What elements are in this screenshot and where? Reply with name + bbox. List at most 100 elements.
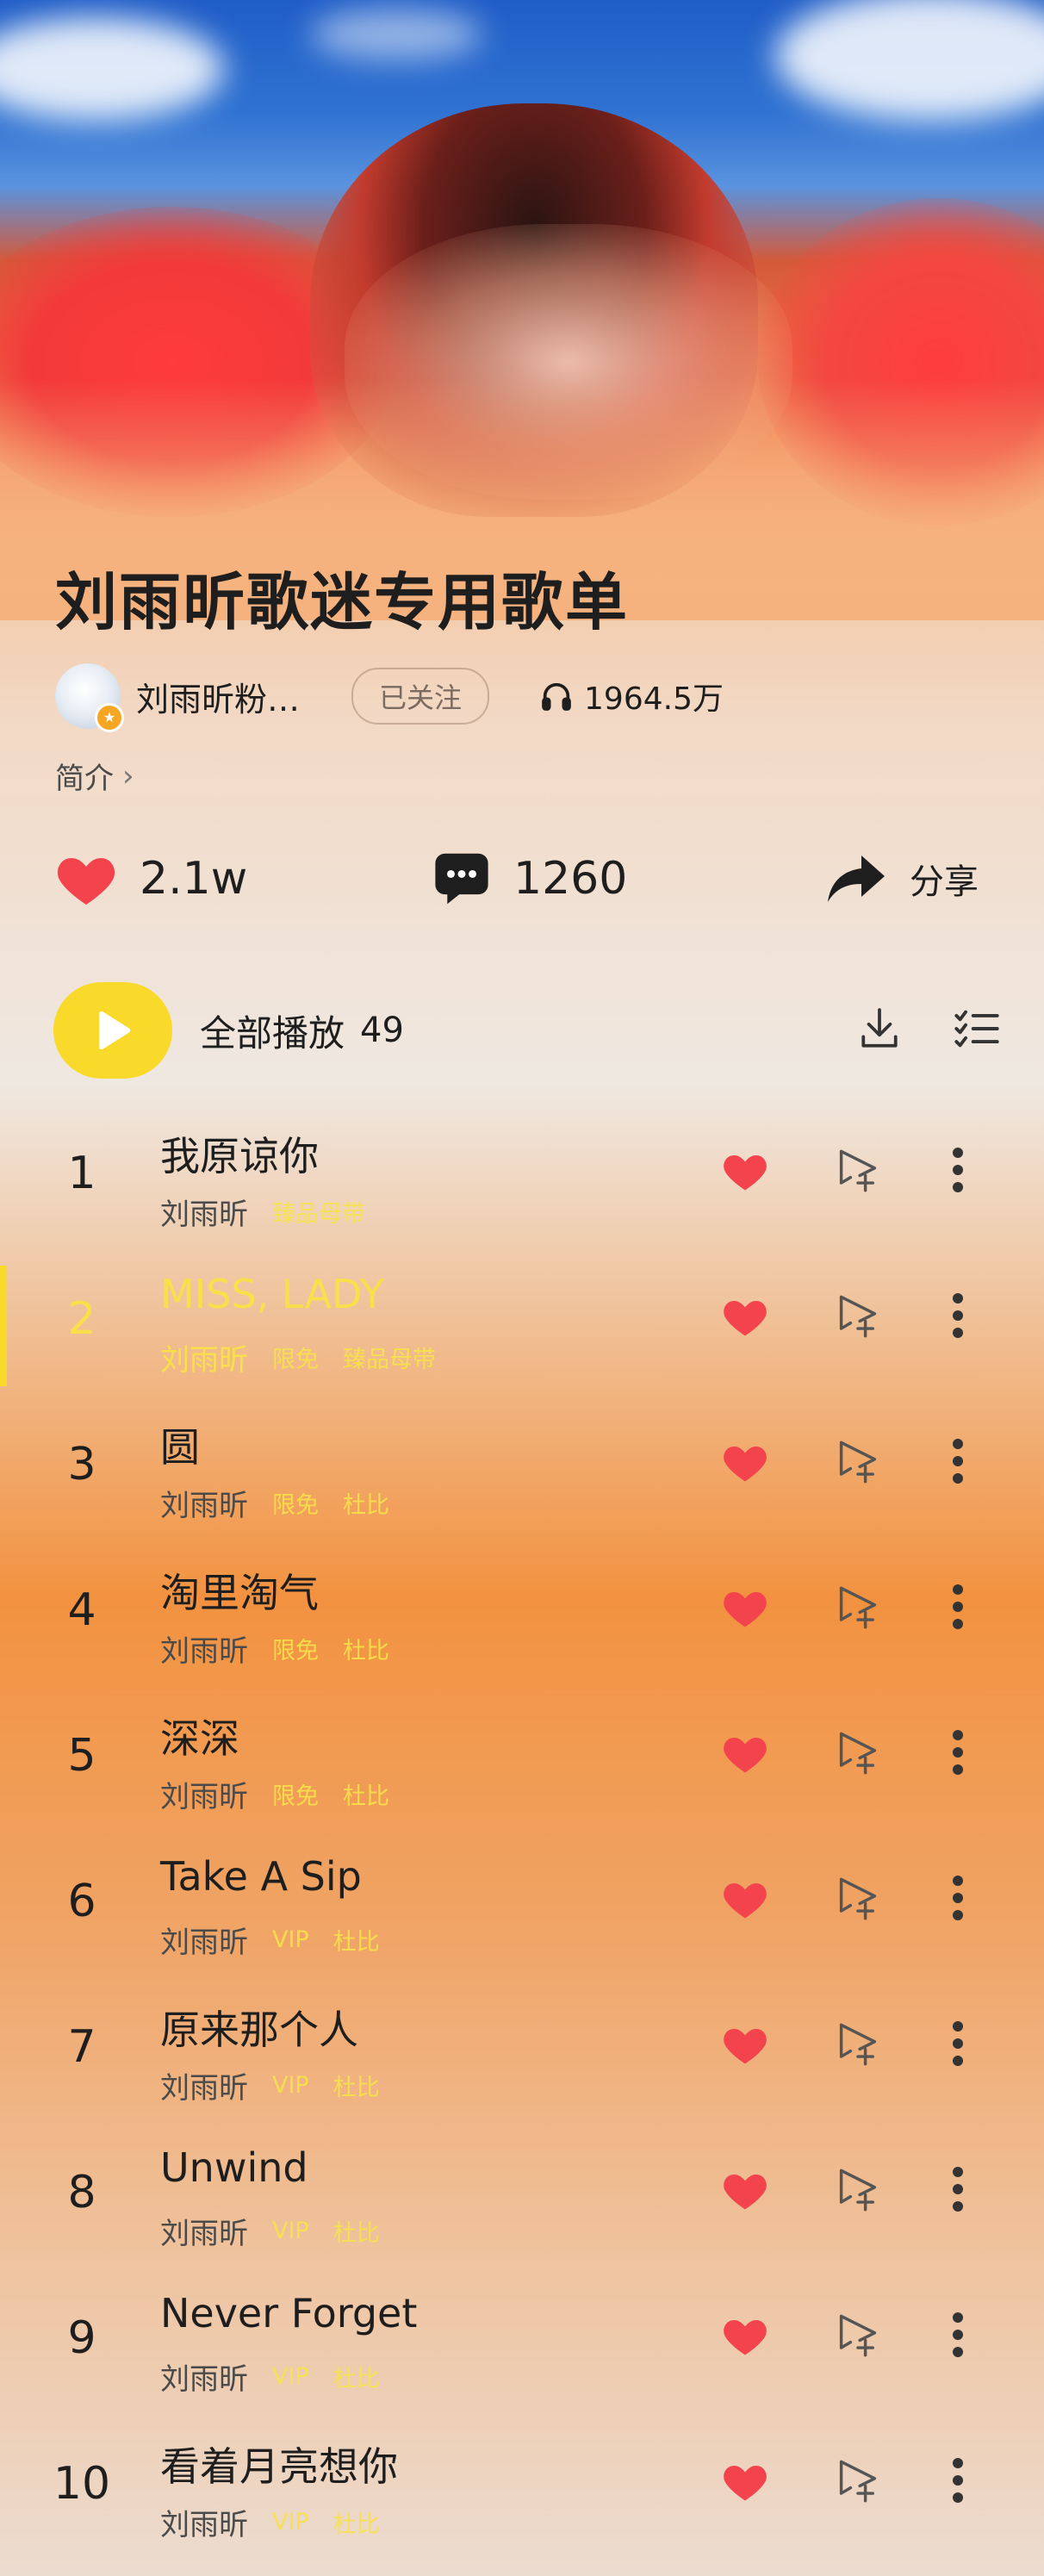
intro-label: 简介 [55, 762, 114, 796]
cloud [310, 9, 482, 60]
playlist-title: 刘雨昕歌迷专用歌单 [55, 566, 630, 638]
song-tag: 限免 [272, 1783, 319, 1810]
song-number: 7 [67, 2021, 96, 2073]
song-meta: 刘雨昕 VIP 杜比 [160, 2355, 380, 2398]
song-tag: 杜比 [332, 2220, 380, 2247]
song-tag: 杜比 [332, 1929, 380, 1956]
add-to-playlist-icon[interactable] [836, 1291, 880, 1340]
song-row[interactable]: 9 Never Forget 刘雨昕 VIP 杜比 [0, 2276, 1044, 2423]
add-to-playlist-icon[interactable] [836, 2311, 880, 2359]
play-all-button[interactable] [53, 982, 172, 1079]
heart-icon [57, 858, 115, 905]
heart-icon[interactable] [722, 2168, 768, 2212]
song-title: 原来那个人 [160, 2007, 358, 2053]
song-artist: 刘雨昕 [160, 1489, 248, 1523]
more-vertical-icon[interactable] [948, 1290, 968, 1341]
song-row[interactable]: 6 Take A Sip 刘雨昕 VIP 杜比 [0, 1839, 1044, 1986]
author-name[interactable]: 刘雨昕粉… [136, 673, 334, 720]
song-artist: 刘雨昕 [160, 1198, 248, 1232]
song-meta: 刘雨昕 限免 杜比 [160, 1773, 389, 1815]
more-vertical-icon[interactable] [948, 1727, 968, 1778]
song-artist: 刘雨昕 [160, 2217, 248, 2251]
song-row[interactable]: 7 原来那个人 刘雨昕 VIP 杜比 [0, 1985, 1044, 2131]
add-to-playlist-icon[interactable] [836, 1437, 880, 1485]
download-icon[interactable] [858, 1006, 901, 1051]
list-tools [858, 1006, 1001, 1051]
heart-icon[interactable] [722, 1732, 768, 1775]
heart-icon[interactable] [722, 2460, 768, 2503]
more-vertical-icon[interactable] [948, 2163, 968, 2215]
headphones-icon [542, 682, 571, 711]
heart-icon[interactable] [722, 1440, 768, 1484]
song-row[interactable]: 4 淘里淘气 刘雨昕 限免 杜比 [0, 1548, 1044, 1695]
song-meta: 刘雨昕 限免 臻品母带 [160, 1336, 436, 1378]
song-title: 圆 [160, 1424, 200, 1471]
song-number: 5 [67, 1730, 96, 1782]
song-artist: 刘雨昕 [160, 2508, 248, 2542]
song-title: MISS, LADY [160, 1271, 385, 1317]
heart-icon[interactable] [722, 1149, 768, 1192]
song-tag: 臻品母带 [272, 1201, 365, 1228]
song-number: 9 [67, 2312, 96, 2364]
add-to-playlist-icon[interactable] [836, 1583, 880, 1631]
intro-link[interactable]: 简介 › [55, 755, 134, 797]
song-meta: 刘雨昕 VIP 杜比 [160, 2210, 380, 2252]
comment-button[interactable]: 1260 [432, 844, 627, 913]
song-tag: VIP [272, 1926, 309, 1953]
more-vertical-icon[interactable] [948, 1581, 968, 1633]
share-button[interactable]: 分享 [825, 844, 979, 913]
play-all-label[interactable]: 全部播放 [200, 1005, 345, 1057]
song-tag: VIP [272, 2218, 309, 2244]
song-title: 淘里淘气 [160, 1570, 319, 1616]
heart-icon[interactable] [722, 1295, 768, 1338]
song-meta: 刘雨昕 限免 杜比 [160, 1627, 389, 1670]
cloud [0, 17, 224, 121]
song-row[interactable]: 1 我原谅你 刘雨昕 臻品母带 [0, 1111, 1044, 1258]
song-row[interactable]: 2 MISS, LADY 刘雨昕 限免 臻品母带 [0, 1257, 1044, 1403]
song-artist: 刘雨昕 [160, 2071, 248, 2106]
add-to-playlist-icon[interactable] [836, 2456, 880, 2504]
add-to-playlist-icon[interactable] [836, 1874, 880, 1922]
song-artist: 刘雨昕 [160, 2362, 248, 2397]
song-number: 4 [67, 1584, 96, 1636]
like-button[interactable]: 2.1w [55, 844, 247, 913]
heart-icon[interactable] [722, 2314, 768, 2357]
share-label: 分享 [910, 862, 979, 902]
avatar[interactable]: ★ [55, 663, 124, 732]
song-tag: 杜比 [343, 1492, 389, 1519]
song-artist: 刘雨昕 [160, 1780, 248, 1814]
more-vertical-icon[interactable] [948, 1144, 968, 1196]
more-vertical-icon[interactable] [948, 2455, 968, 2506]
song-meta: 刘雨昕 VIP 杜比 [160, 2501, 380, 2543]
play-count: 1964.5万 [539, 674, 724, 719]
song-row[interactable]: 5 深深 刘雨昕 限免 杜比 [0, 1694, 1044, 1840]
more-vertical-icon[interactable] [948, 2018, 968, 2069]
checklist-icon[interactable] [953, 1006, 1001, 1051]
song-artist: 刘雨昕 [160, 1926, 248, 1960]
add-to-playlist-icon[interactable] [836, 2165, 880, 2213]
song-row[interactable]: 10 看着月亮想你 刘雨昕 VIP 杜比 [0, 2422, 1044, 2568]
more-vertical-icon[interactable] [948, 1872, 968, 1924]
song-meta: 刘雨昕 臻品母带 [160, 1191, 365, 1233]
song-tag: VIP [272, 2072, 309, 2099]
song-tag: 杜比 [343, 1783, 389, 1810]
song-row[interactable]: 3 圆 刘雨昕 限免 杜比 [0, 1403, 1044, 1549]
follow-button[interactable]: 已关注 [351, 668, 490, 725]
add-to-playlist-icon[interactable] [836, 2019, 880, 2068]
song-row[interactable]: 8 Unwind 刘雨昕 VIP 杜比 [0, 2131, 1044, 2277]
author-row: ★ 刘雨昕粉… 已关注 1964.5万 [55, 663, 724, 732]
cover-image [0, 0, 1044, 620]
add-to-playlist-icon[interactable] [836, 1728, 880, 1776]
heart-icon[interactable] [722, 2023, 768, 2066]
share-arrow-icon [828, 856, 885, 902]
more-vertical-icon[interactable] [948, 2309, 968, 2361]
heart-icon[interactable] [722, 1586, 768, 1629]
song-tag: VIP [272, 2363, 309, 2390]
more-vertical-icon[interactable] [948, 1435, 968, 1487]
heart-icon[interactable] [722, 1877, 768, 1920]
song-title: 深深 [160, 1715, 239, 1762]
song-tag: 杜比 [343, 1638, 389, 1664]
song-title: 我原谅你 [160, 1133, 319, 1179]
comment-count: 1260 [513, 853, 628, 905]
add-to-playlist-icon[interactable] [836, 1146, 880, 1194]
